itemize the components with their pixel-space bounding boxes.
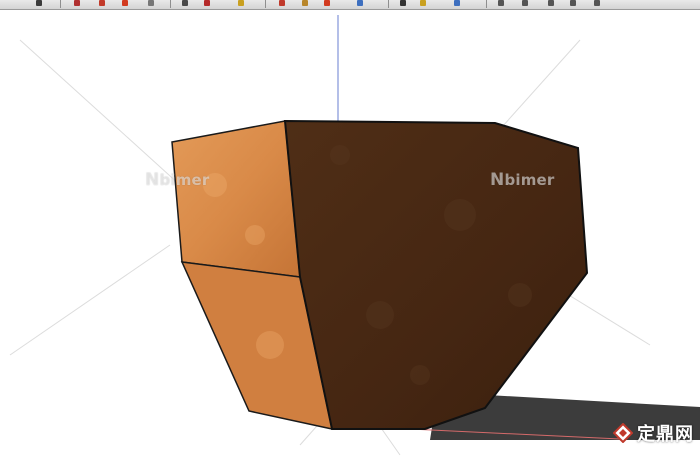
arc-icon [122, 0, 128, 6]
follow-me-button[interactable] [277, 0, 287, 7]
line-tool-button[interactable] [97, 0, 107, 7]
tape-measure-button[interactable] [355, 0, 365, 7]
top-view-icon [522, 0, 528, 6]
zoom-tool-button[interactable] [452, 0, 462, 7]
orbit-icon [400, 0, 406, 6]
planter-front-face [283, 119, 589, 430]
scale-tool-button[interactable] [300, 0, 310, 7]
toolbar [0, 0, 700, 10]
follow-me-icon [279, 0, 285, 6]
move-tool-button[interactable] [202, 0, 212, 7]
watermark-left: Nbimer [145, 170, 210, 190]
watermark-right: Nbimer [490, 170, 555, 190]
zoom-icon [454, 0, 460, 6]
iso-cube-icon [498, 0, 504, 6]
pencil-icon [99, 0, 105, 6]
move-icon [204, 0, 210, 6]
back-view-button[interactable] [592, 0, 602, 7]
offset-tool-button[interactable] [322, 0, 332, 7]
site-badge: 定鼎网 [613, 420, 694, 446]
arc-tool-button[interactable] [120, 0, 130, 7]
planter-side-upper-face [171, 120, 301, 278]
push-pull-icon [182, 0, 188, 6]
arrow-icon [36, 0, 42, 6]
toolbar-separator [170, 0, 171, 8]
eraser-icon [74, 0, 80, 6]
top-view-button[interactable] [520, 0, 530, 7]
paint-bucket-button[interactable] [146, 0, 156, 7]
site-badge-text: 定鼎网 [637, 424, 694, 445]
push-pull-button[interactable] [180, 0, 190, 7]
front-view-icon [548, 0, 554, 6]
rotate-icon [238, 0, 244, 6]
diamond-logo-icon [613, 423, 633, 443]
model-viewport[interactable]: Nbimer Nbimer 定鼎网 [0, 10, 700, 456]
select-tool-button[interactable] [34, 0, 44, 7]
tape-icon [357, 0, 363, 6]
bucket-icon [148, 0, 154, 6]
scale-icon [302, 0, 308, 6]
back-view-icon [594, 0, 600, 6]
planter-model-scene[interactable] [0, 10, 700, 461]
toolbar-separator [486, 0, 487, 8]
front-view-button[interactable] [546, 0, 556, 7]
toolbar-separator [60, 0, 61, 8]
toolbar-separator [265, 0, 266, 8]
orbit-tool-button[interactable] [398, 0, 408, 7]
hand-icon [420, 0, 426, 6]
offset-icon [324, 0, 330, 6]
iso-view-button[interactable] [496, 0, 506, 7]
right-view-button[interactable] [568, 0, 578, 7]
toolbar-separator [388, 0, 389, 8]
eraser-tool-button[interactable] [72, 0, 82, 7]
right-view-icon [570, 0, 576, 6]
rotate-tool-button[interactable] [236, 0, 246, 7]
pan-tool-button[interactable] [418, 0, 428, 7]
